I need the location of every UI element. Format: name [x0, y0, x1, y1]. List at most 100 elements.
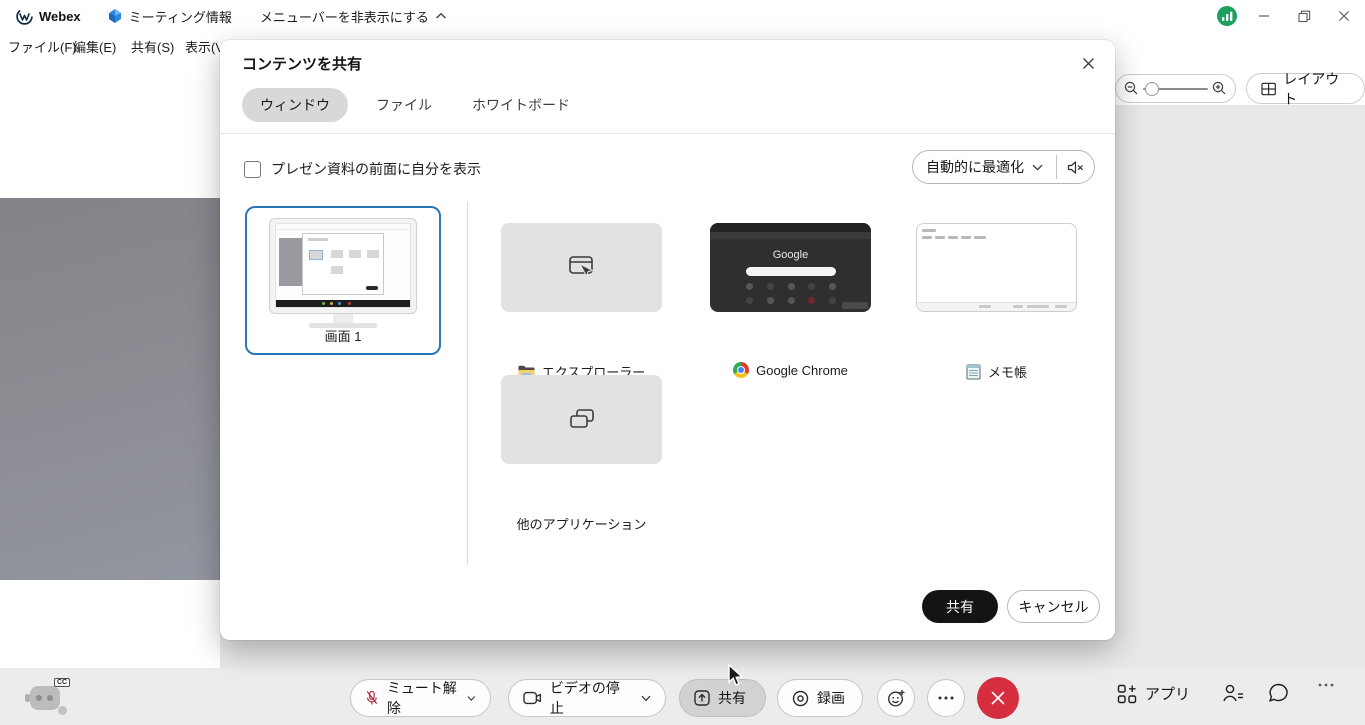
- ellipsis-icon: [938, 696, 954, 700]
- sources-divider: [467, 202, 468, 565]
- chevron-up-icon: [435, 12, 447, 20]
- smiley-plus-icon: [887, 689, 906, 708]
- share-confirm-label: 共有: [946, 597, 974, 617]
- camera-icon: [523, 691, 542, 705]
- zoom-slider-knob[interactable]: [1145, 82, 1159, 96]
- meeting-info-label: ミーティング情報: [129, 7, 232, 26]
- share-source-explorer[interactable]: [501, 223, 662, 312]
- share-audio-muted-button[interactable]: [1057, 151, 1094, 183]
- tab-whiteboard[interactable]: ホワイトボード: [460, 88, 582, 122]
- webex-logo-icon: [16, 8, 33, 25]
- dialog-close-button[interactable]: [1075, 50, 1101, 76]
- apps-grid-icon: [1117, 684, 1137, 704]
- share-source-screen-1[interactable]: 画面 1: [245, 206, 441, 355]
- layout-button[interactable]: レイアウト: [1246, 73, 1365, 104]
- layout-grid-icon: [1261, 81, 1276, 97]
- leave-meeting-button[interactable]: [977, 677, 1019, 719]
- other-apps-item-label: 他のアプリケーション: [517, 514, 647, 533]
- closed-captions-badge: CC: [54, 678, 70, 687]
- show-me-in-front-option[interactable]: プレゼン資料の前面に自分を表示: [244, 159, 481, 179]
- speaker-muted-icon: [1067, 160, 1084, 175]
- mic-muted-icon: [365, 689, 379, 707]
- monitor-stand: [333, 314, 353, 323]
- window-cursor-icon: [567, 255, 597, 281]
- close-icon: [1082, 57, 1095, 70]
- zoom-slider-track[interactable]: [1143, 88, 1208, 90]
- other-apps-item[interactable]: 他のアプリケーション: [501, 514, 662, 533]
- minimize-button[interactable]: [1251, 3, 1277, 29]
- tab-window[interactable]: ウィンドウ: [242, 88, 348, 122]
- chrome-item[interactable]: Google Chrome: [710, 362, 871, 378]
- robot-icon: [30, 686, 60, 710]
- restore-button[interactable]: [1291, 3, 1317, 29]
- show-me-checkbox-label: プレゼン資料の前面に自分を表示: [271, 159, 481, 179]
- menu-edit[interactable]: 編集(E): [73, 37, 116, 56]
- cancel-label: キャンセル: [1019, 597, 1089, 617]
- menu-share[interactable]: 共有(S): [131, 37, 174, 56]
- reactions-button[interactable]: [877, 679, 915, 717]
- dialog-title: コンテンツを共有: [242, 53, 362, 74]
- dialog-tabs: ウィンドウ ファイル ホワイトボード: [242, 88, 582, 122]
- record-icon: [792, 690, 809, 707]
- leave-x-icon: [990, 690, 1006, 706]
- meeting-control-bar: ミュート解除 ビデオの停止 共有 録画 アプリ: [0, 668, 1365, 725]
- unmute-button[interactable]: ミュート解除: [350, 679, 491, 717]
- chrome-preview-google-text: Google: [710, 249, 871, 261]
- share-source-notepad[interactable]: [916, 223, 1077, 312]
- zoom-out-icon[interactable]: [1124, 81, 1139, 96]
- chrome-item-label: Google Chrome: [756, 363, 848, 378]
- meeting-info-icon: [107, 8, 123, 24]
- cancel-button[interactable]: キャンセル: [1007, 590, 1100, 623]
- share-source-chrome[interactable]: Google: [710, 223, 871, 312]
- screen-1-label: 画面 1: [247, 326, 439, 345]
- chevron-down-icon[interactable]: [641, 695, 651, 702]
- unmute-label: ミュート解除: [387, 678, 460, 718]
- chat-button[interactable]: [1268, 683, 1289, 703]
- participants-icon: [1222, 683, 1244, 703]
- more-options-button[interactable]: [927, 679, 965, 717]
- participants-button[interactable]: [1222, 683, 1244, 703]
- more-panels-button[interactable]: [1318, 683, 1334, 687]
- share-confirm-button[interactable]: 共有: [922, 590, 998, 623]
- stage-zoom-control[interactable]: [1115, 74, 1236, 103]
- stop-video-button[interactable]: ビデオの停止: [508, 679, 666, 717]
- optimize-dropdown-value: 自動的に最適化: [926, 157, 1024, 177]
- zoom-in-icon[interactable]: [1212, 81, 1227, 96]
- tab-file[interactable]: ファイル: [364, 88, 444, 122]
- show-me-checkbox[interactable]: [244, 161, 261, 178]
- self-view-video: [0, 198, 220, 580]
- record-button[interactable]: 録画: [777, 679, 863, 717]
- close-window-button[interactable]: [1331, 3, 1357, 29]
- layout-button-label: レイアウト: [1283, 69, 1350, 109]
- meeting-info-button[interactable]: ミーティング情報: [107, 7, 232, 26]
- share-content-dialog: コンテンツを共有 ウィンドウ ファイル ホワイトボード プレゼン資料の前面に自分…: [220, 40, 1115, 640]
- share-toolbar-button[interactable]: 共有: [679, 679, 766, 717]
- chevron-down-icon[interactable]: [467, 695, 476, 702]
- chevron-down-icon: [1032, 164, 1043, 171]
- chat-bubble-icon: [1268, 683, 1289, 703]
- chrome-icon: [733, 362, 749, 378]
- stacked-windows-icon: [567, 407, 597, 433]
- optimize-dropdown[interactable]: 自動的に最適化: [913, 151, 1056, 183]
- hide-menubar-button[interactable]: メニューバーを非表示にする: [260, 7, 447, 26]
- webex-assistant-indicator[interactable]: CC: [28, 678, 72, 718]
- app-title: Webex: [39, 9, 81, 24]
- share-source-other-apps[interactable]: [501, 375, 662, 464]
- window-titlebar: Webex ミーティング情報 メニューバーを非表示にする: [0, 0, 1365, 32]
- notepad-icon: [966, 364, 981, 380]
- apps-button[interactable]: アプリ: [1117, 683, 1190, 704]
- connection-quality-indicator[interactable]: [1217, 6, 1237, 26]
- hide-menubar-label: メニューバーを非表示にする: [260, 7, 429, 26]
- notepad-item[interactable]: メモ帳: [916, 362, 1077, 381]
- mouse-cursor: [726, 664, 746, 688]
- optimize-control: 自動的に最適化: [912, 150, 1095, 184]
- screen-1-preview: [275, 223, 411, 308]
- dialog-divider: [220, 133, 1115, 134]
- record-label: 録画: [817, 688, 845, 708]
- menu-file[interactable]: ファイル(F): [8, 37, 77, 56]
- stop-video-label: ビデオの停止: [550, 678, 633, 718]
- ellipsis-icon: [1318, 683, 1334, 687]
- apps-label: アプリ: [1145, 683, 1190, 704]
- webex-brand: Webex: [16, 8, 81, 25]
- notepad-item-label: メモ帳: [988, 362, 1027, 381]
